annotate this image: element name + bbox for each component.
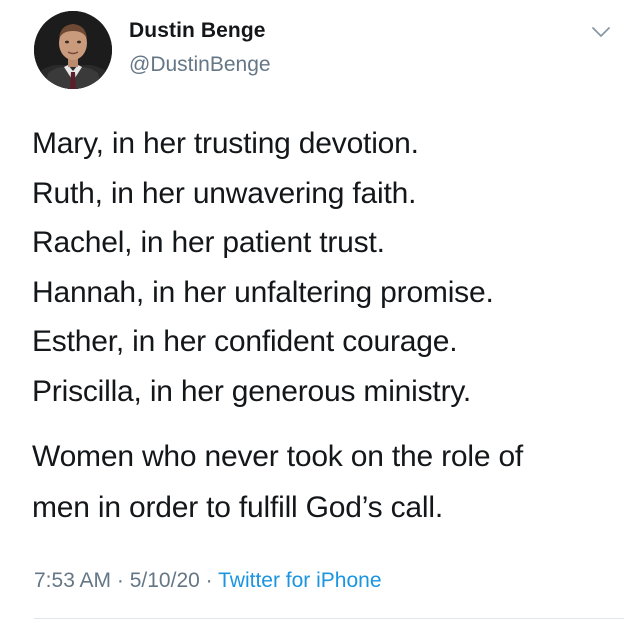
tweet-line: Mary, in her trusting devotion. bbox=[32, 127, 419, 160]
tweet-text: Mary, in her trusting devotion. Ruth, in… bbox=[32, 119, 494, 416]
tweet-date[interactable]: 5/10/20 bbox=[130, 569, 200, 592]
avatar[interactable] bbox=[34, 11, 112, 89]
meta-separator: · bbox=[199, 569, 219, 592]
tweet-metadata: 7:53 AM · 5/10/20 · Twitter for iPhone bbox=[34, 569, 382, 593]
divider bbox=[34, 618, 624, 619]
author-handle[interactable]: @DustinBenge bbox=[129, 53, 271, 77]
tweet-closing-line: men in order to fulfill God’s call. bbox=[32, 491, 443, 524]
tweet-line: Rachel, in her patient trust. bbox=[32, 226, 385, 259]
tweet-source-link[interactable]: Twitter for iPhone bbox=[218, 569, 381, 592]
tweet-card: Dustin Benge @DustinBenge Mary, in her t… bbox=[0, 0, 640, 623]
avatar-image bbox=[34, 11, 112, 89]
tweet-line: Hannah, in her unfaltering promise. bbox=[32, 275, 494, 309]
meta-separator: · bbox=[111, 569, 130, 592]
tweet-closing-line: Women who never took on the role of bbox=[32, 440, 524, 473]
author-display-name[interactable]: Dustin Benge bbox=[129, 19, 266, 43]
tweet-line: Ruth, in her unwavering faith. bbox=[32, 176, 417, 210]
chevron-down-icon[interactable] bbox=[591, 25, 611, 39]
tweet-closing-text: Women who never took on the role of men … bbox=[32, 431, 523, 533]
tweet-line: Esther, in her confident courage. bbox=[32, 325, 458, 358]
tweet-line: Priscilla, in her generous ministry. bbox=[32, 374, 472, 408]
tweet-time[interactable]: 7:53 AM bbox=[34, 569, 111, 592]
